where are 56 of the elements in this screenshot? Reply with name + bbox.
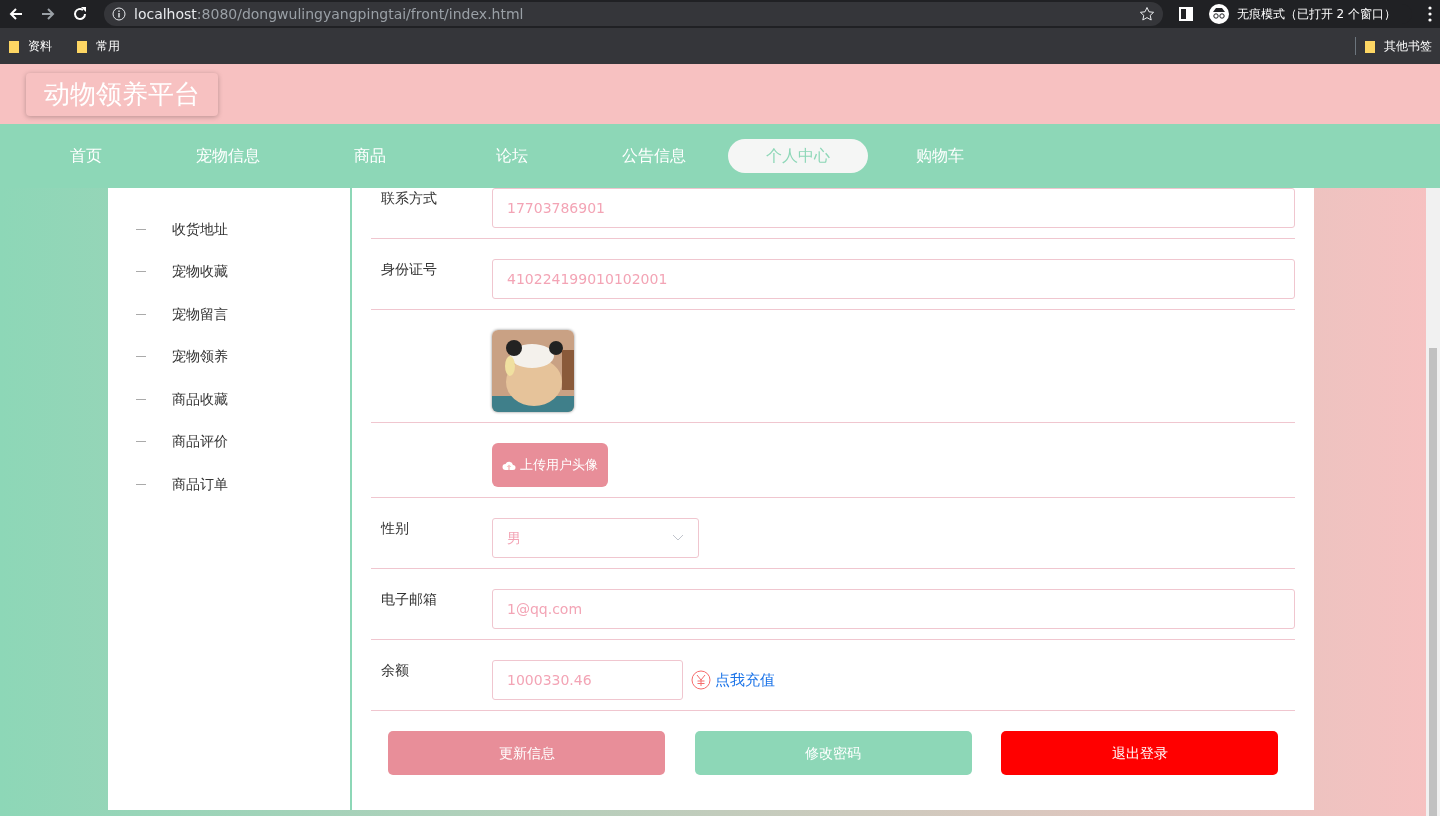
- sidebar-item[interactable]: 商品收藏: [172, 388, 228, 410]
- dash-icon: [136, 441, 146, 443]
- forward-icon[interactable]: [40, 6, 56, 22]
- nav-tab[interactable]: 宠物信息: [158, 139, 298, 173]
- dash-icon: [136, 228, 146, 230]
- field-label: 身份证号: [380, 260, 438, 279]
- sidebar-item[interactable]: 宠物收藏: [172, 261, 228, 283]
- action-button[interactable]: 退出登录: [1001, 731, 1278, 775]
- side-panel-icon[interactable]: [1178, 7, 1193, 21]
- sidebar-item[interactable]: 商品订单: [172, 473, 228, 495]
- cloud-upload-icon: [502, 459, 516, 471]
- text-field[interactable]: 17703786901: [492, 188, 1295, 228]
- dash-icon: [136, 398, 146, 400]
- upload-button[interactable]: 上传用户头像: [492, 443, 608, 487]
- field-label: 联系方式: [380, 189, 438, 208]
- scrollbar-thumb[interactable]: [1429, 348, 1437, 816]
- field-label: 电子邮箱: [380, 590, 438, 609]
- yen-icon: [691, 670, 711, 690]
- text-field[interactable]: 1@qq.com: [492, 589, 1295, 629]
- nav-tab[interactable]: 个人中心: [728, 139, 868, 173]
- site-logo[interactable]: 动物领养平台: [26, 72, 218, 116]
- nav-tab[interactable]: 购物车: [870, 139, 1010, 173]
- folder-icon[interactable]: [8, 39, 20, 53]
- bookmark[interactable]: 资料: [28, 37, 52, 55]
- sidebar-item[interactable]: 宠物留言: [172, 303, 228, 325]
- menu-icon[interactable]: [1428, 6, 1432, 22]
- nav-tab[interactable]: 论坛: [442, 139, 582, 173]
- recharge-link[interactable]: 点我充值: [715, 668, 775, 692]
- incognito-text: 无痕模式（已打开 2 个窗口）: [1236, 6, 1396, 23]
- action-button[interactable]: 更新信息: [388, 731, 665, 775]
- gender-select[interactable]: 男: [492, 518, 699, 558]
- nav-tab[interactable]: 商品: [300, 139, 440, 173]
- chevron-down-icon: [672, 534, 684, 542]
- action-button[interactable]: 修改密码: [694, 731, 972, 775]
- field-label: 性别: [379, 519, 410, 538]
- bookmark[interactable]: 其他书签: [1384, 37, 1432, 55]
- info-icon[interactable]: [112, 7, 126, 21]
- bookmark[interactable]: 常用: [96, 37, 120, 55]
- nav-tab[interactable]: 公告信息: [584, 139, 724, 173]
- balance-field[interactable]: 1000330.46: [492, 660, 683, 700]
- sidebar-item[interactable]: 宠物领养: [172, 346, 228, 368]
- dash-icon: [136, 483, 146, 485]
- sidebar-item[interactable]: 收货地址: [172, 218, 228, 240]
- field-label: 余额: [380, 661, 410, 680]
- star-icon[interactable]: [1138, 6, 1155, 22]
- sidebar-item[interactable]: 商品评价: [172, 431, 228, 453]
- text-field[interactable]: 410224199010102001: [492, 259, 1295, 299]
- folder-icon[interactable]: [1364, 39, 1376, 53]
- dash-icon: [136, 356, 146, 358]
- nav-tab[interactable]: 首页: [16, 139, 156, 173]
- folder-icon[interactable]: [76, 39, 88, 53]
- dash-icon: [136, 271, 146, 273]
- back-icon[interactable]: [8, 6, 24, 22]
- dash-icon: [136, 313, 146, 315]
- incognito-icon: [1208, 4, 1229, 24]
- reload-icon[interactable]: [72, 6, 88, 22]
